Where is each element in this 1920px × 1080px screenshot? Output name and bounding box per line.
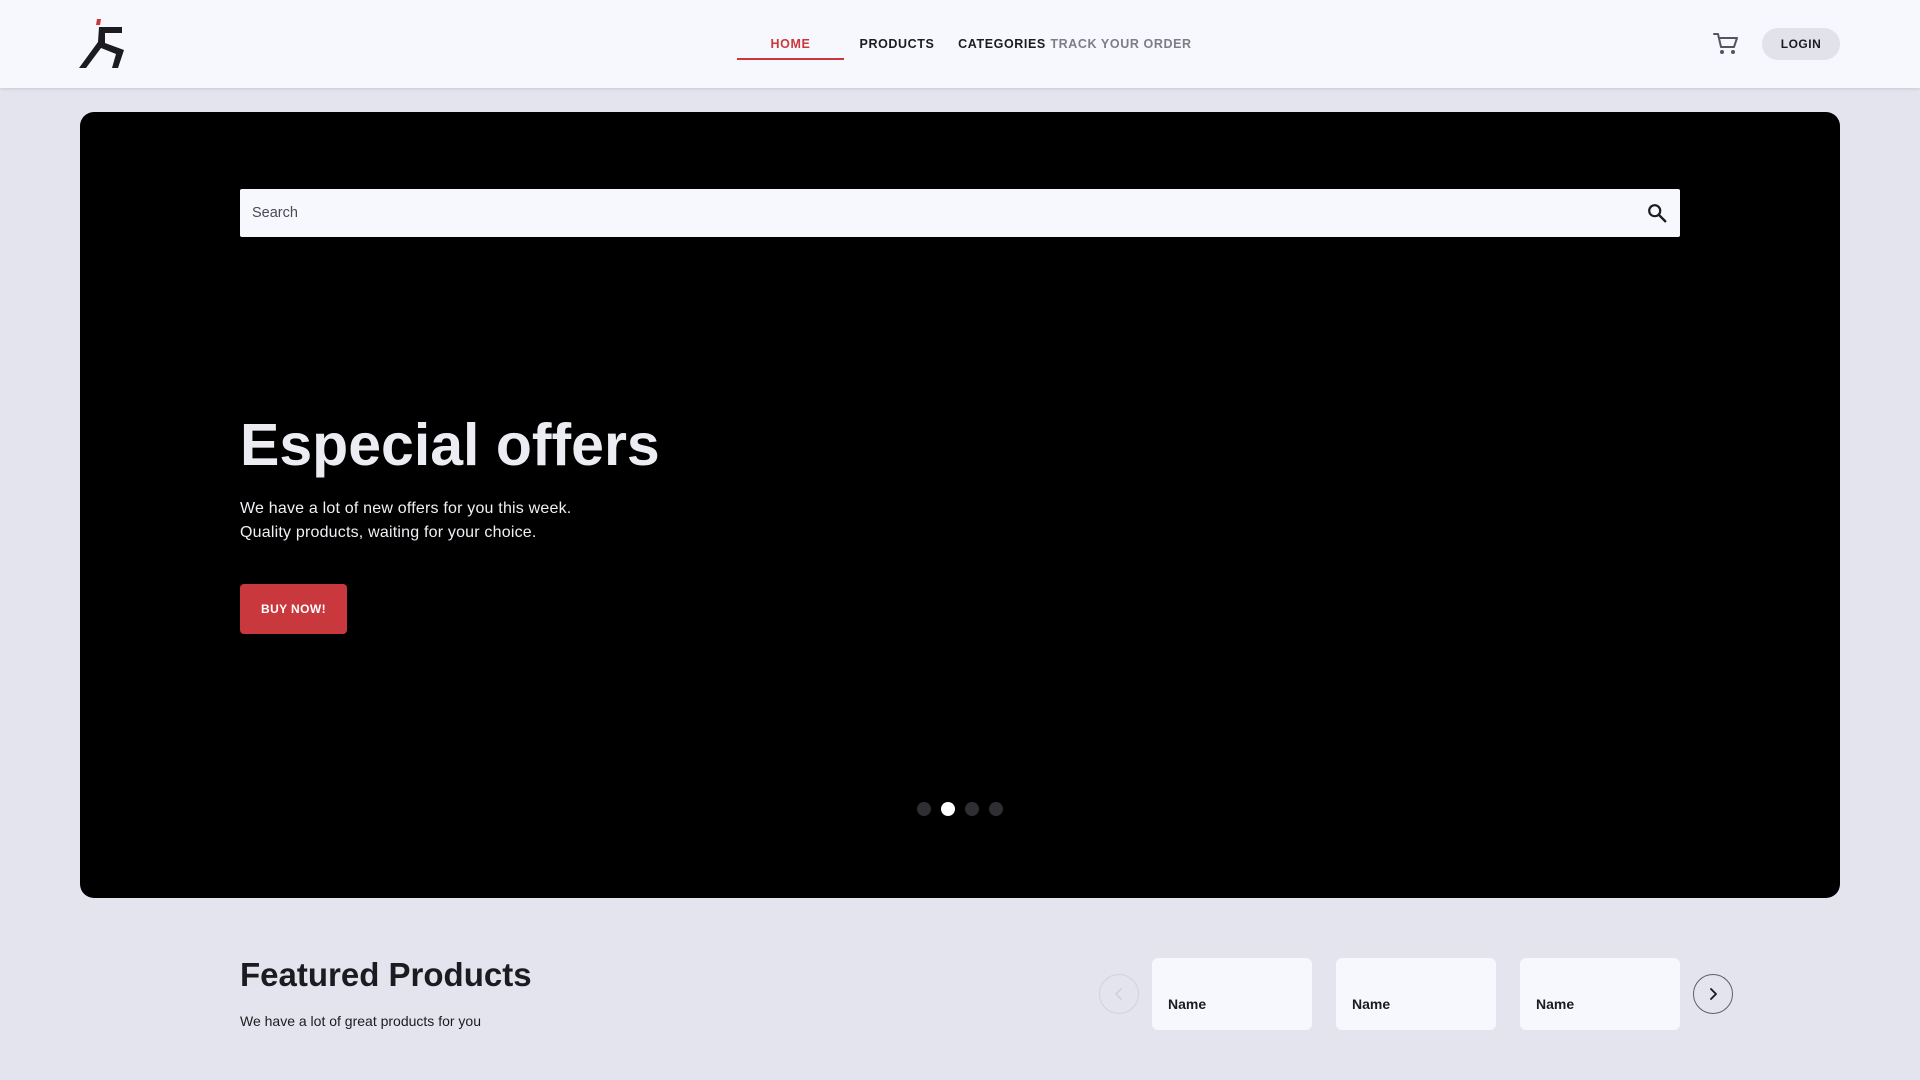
carousel-next-button[interactable] <box>1693 974 1733 1014</box>
hero-banner: Especial offers We have a lot of new off… <box>80 112 1840 898</box>
chevron-left-icon <box>1115 988 1122 1000</box>
brand-logo[interactable] <box>78 18 128 70</box>
search-icon[interactable] <box>1646 202 1668 224</box>
search-bar <box>240 189 1680 237</box>
shopping-cart-icon[interactable] <box>1713 32 1739 56</box>
product-card[interactable]: Name <box>1336 958 1496 1030</box>
search-input[interactable] <box>240 189 1620 237</box>
top-navigation-bar: HOME PRODUCTS CATEGORIES TRACK YOUR ORDE… <box>0 0 1920 88</box>
login-button[interactable]: LOGIN <box>1762 28 1840 60</box>
carousel-dot-2[interactable] <box>941 802 955 816</box>
product-name: Name <box>1352 996 1391 1012</box>
product-name: Name <box>1168 996 1207 1012</box>
carousel-dot-4[interactable] <box>989 802 1003 816</box>
product-name: Name <box>1536 996 1575 1012</box>
product-card[interactable]: Name <box>1520 958 1680 1030</box>
hero-subtitle-line-2: Quality products, waiting for your choic… <box>240 524 537 541</box>
hero-subtitle-line-1: We have a lot of new offers for you this… <box>240 500 572 517</box>
carousel-dot-3[interactable] <box>965 802 979 816</box>
nav-home[interactable]: HOME <box>737 0 844 88</box>
hero-subtitle: We have a lot of new offers for you this… <box>240 497 571 545</box>
featured-products-title: Featured Products <box>240 956 532 993</box>
carousel-dot-1[interactable] <box>917 802 931 816</box>
buy-now-button[interactable]: BUY NOW! <box>240 584 347 634</box>
hero-title: Especial offers <box>240 412 660 478</box>
product-card[interactable]: Name <box>1152 958 1312 1030</box>
chevron-right-icon <box>1710 988 1717 1000</box>
carousel-prev-button[interactable] <box>1099 974 1139 1014</box>
nav-categories[interactable]: CATEGORIES <box>958 0 1045 88</box>
featured-products-subtitle: We have a lot of great products for you <box>240 1013 481 1029</box>
nav-track-your-order[interactable]: TRACK YOUR ORDER <box>1050 0 1191 88</box>
nav-products[interactable]: PRODUCTS <box>857 0 937 88</box>
